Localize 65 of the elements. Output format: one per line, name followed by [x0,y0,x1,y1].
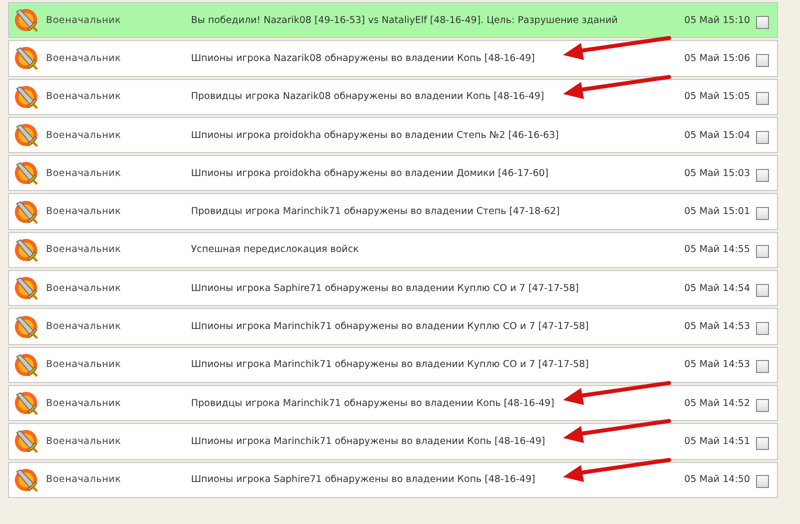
sword-icon [13,428,39,454]
sender-name: Военачальник [46,474,122,486]
checkbox[interactable] [756,284,769,297]
message-text[interactable]: Провидцы игрока Marinchik71 обнаружены во владении Копь [48-16-49] [191,398,684,409]
sender-name: Военачальник [46,436,122,447]
checkbox[interactable] [756,475,769,488]
sword-icon [13,122,39,148]
message-text[interactable]: Шпионы игрока Saphire71 обнаружены во владении Копь [48-16-49] [191,474,684,486]
checkbox[interactable] [756,130,769,144]
sender-name: Военачальник [46,14,122,26]
sender-name: Военачальник [46,91,122,102]
message-time: 05 Май 14:50 [684,474,750,486]
checkbox[interactable] [756,207,769,220]
checkbox[interactable] [756,16,769,29]
message-text[interactable]: Успешная передислокация войск [191,244,684,256]
message-time: 05 Май 14:55 [684,244,750,256]
message-text[interactable]: Шпионы игрока Marinchik71 обнаружены во владении Куплю СО и 7 [47-17-58] [191,359,684,370]
checkbox[interactable] [756,245,769,258]
sender-name: Военачальник [46,398,122,409]
checkbox[interactable] [756,360,769,374]
sword-icon [13,7,39,34]
message-time: 05 Май 15:05 [684,91,750,102]
checkbox[interactable] [756,322,769,336]
checkbox[interactable] [756,54,769,67]
sender-name: Военачальник [46,206,122,218]
sender-name: Военачальник [46,244,122,256]
checkbox[interactable] [756,398,769,412]
sender-name: Военачальник [46,130,122,141]
message-time: 05 Май 15:04 [684,130,750,141]
message-text[interactable]: Провидцы игрока Marinchik71 обнаружены во владении Степь [47-18-62] [191,206,684,218]
message-time: 05 Май 15:10 [684,14,750,26]
sword-icon [13,45,39,72]
message-text[interactable]: Вы победили! Nazarik08 [49-16-53] vs NataliyElf [48-16-49]. Цель: Разрушение зданий [191,14,684,26]
message-time: 05 Май 14:52 [684,398,750,409]
message-time: 05 Май 14:54 [684,282,750,294]
message-time: 05 Май 15:01 [684,206,750,218]
sender-name: Военачальник [46,168,122,179]
sword-icon [13,314,39,340]
sender-name: Военачальник [46,359,122,370]
sender-name: Военачальник [46,321,122,332]
message-text[interactable]: Шпионы игрока Marinchik71 обнаружены во владении Копь [48-16-49] [191,436,684,447]
sender-name: Военачальник [46,52,122,64]
checkbox[interactable] [756,436,769,450]
sword-icon [13,466,39,493]
sword-icon [13,390,39,416]
message-time: 05 Май 14:53 [684,359,750,370]
message-time: 05 Май 14:51 [684,436,750,447]
sword-icon [13,236,39,263]
sword-icon [13,160,39,186]
message-text[interactable]: Шпионы игрока proidokha обнаружены во владении Степь №2 [46-16-63] [191,130,684,141]
checkbox[interactable] [756,92,769,106]
checkbox[interactable] [756,168,769,182]
message-text[interactable]: Шпионы игрока proidokha обнаружены во владении Домики [46-17-60] [191,168,684,179]
message-time: 05 Май 14:53 [684,321,750,332]
sword-icon [13,352,39,378]
sword-icon [13,198,39,225]
message-text[interactable]: Шпионы игрока Saphire71 обнаружены во владении Куплю СО и 7 [47-17-58] [191,282,684,294]
sender-name: Военачальник [46,282,122,294]
message-text[interactable]: Шпионы игрока Marinchik71 обнаружены во владении Куплю СО и 7 [47-17-58] [191,321,684,332]
message-text[interactable]: Провидцы игрока Nazarik08 обнаружены во владении Копь [48-16-49] [191,91,684,102]
message-time: 05 Май 15:06 [684,52,750,64]
sword-icon [13,84,39,110]
message-text[interactable]: Шпионы игрока Nazarik08 обнаружены во владении Копь [48-16-49] [191,52,684,64]
message-time: 05 Май 15:03 [684,168,750,179]
sword-icon [13,275,39,302]
